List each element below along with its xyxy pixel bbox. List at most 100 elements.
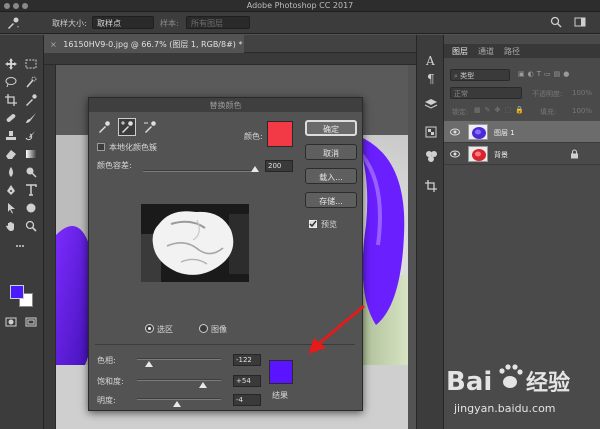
brush-tool[interactable] [23,111,39,125]
eye-icon[interactable] [450,128,460,136]
app-title: Adobe Photoshop CC 2017 [246,1,354,10]
selected-color-swatch[interactable] [267,121,293,147]
type-tool[interactable] [23,183,39,197]
color-label: 颜色: [244,132,263,141]
edit-toolbar-button[interactable] [12,239,28,253]
saturation-slider-thumb[interactable] [199,382,207,388]
add-to-sample-tool[interactable] [118,118,136,136]
fuzziness-slider-thumb[interactable] [251,166,259,172]
pen-tool[interactable] [3,183,19,197]
fuzziness-label: 颜色容差: [97,161,132,170]
opacity-value[interactable]: 100% [572,89,592,97]
opacity-label: 不透明度: [532,90,563,98]
foreground-color-swatch[interactable] [10,285,24,299]
quick-mask-button[interactable] [3,315,19,329]
eyedropper-icon[interactable] [97,120,111,134]
hue-slider-track[interactable] [137,358,221,360]
adjustments-icon[interactable] [424,125,438,139]
quick-mask-icon [5,317,17,327]
fuzziness-slider-track[interactable] [143,170,255,172]
character-panel-icon[interactable]: A [424,53,438,67]
quick-selection-tool[interactable] [23,75,39,89]
lightness-slider-track[interactable] [137,398,221,400]
preview-label: 预览 [321,220,337,229]
load-button[interactable]: 载入... [305,168,357,184]
eyedropper-icon [26,94,37,106]
sample-select[interactable]: 所有图层 [186,16,250,29]
fill-value[interactable]: 100% [572,107,592,115]
layer-filter-select[interactable]: ⌕ 类型 [450,69,510,81]
options-bar: 取样大小: 取样点 样本: 所有图层 [0,12,600,34]
lasso-icon [5,77,17,88]
path-selection-tool[interactable] [3,201,19,215]
layer-filter-label: 类型 [460,72,475,80]
result-color-swatch[interactable] [269,360,293,384]
bandage-icon [6,114,16,122]
shape-tool[interactable] [23,201,39,215]
hand-icon [6,222,14,231]
save-button[interactable]: 存储... [305,192,357,208]
sample-size-select[interactable]: 取样点 [92,16,154,29]
lock-label: 锁定: [452,108,469,116]
selection-radio[interactable] [145,324,154,333]
search-icon[interactable] [550,16,562,28]
blur-tool[interactable] [3,165,19,179]
eyedropper-tool-icon[interactable] [6,17,20,29]
layer-row-layer1[interactable]: 图层 1 [444,121,600,143]
fuzziness-input[interactable]: 200 [265,160,293,172]
dodge-tool[interactable] [23,165,39,179]
marquee-tool[interactable] [23,57,39,71]
healing-brush-tool[interactable] [3,111,19,125]
eraser-tool[interactable] [3,147,19,161]
gradient-tool[interactable] [23,147,39,161]
brush-icon [26,113,36,123]
sample-label: 样本: [160,19,179,28]
eyedropper-minus-icon[interactable] [143,120,157,134]
arrow-cursor-icon [8,203,15,214]
saturation-input[interactable]: +54 [233,375,261,387]
screen-mode-button[interactable] [23,315,39,329]
document-tab[interactable]: × 16150HV9-0.jpg @ 66.7% (图层 1, RGB/8#) … [44,35,244,53]
hue-slider-thumb[interactable] [145,361,153,367]
cancel-button[interactable]: 取消 [305,144,357,160]
zoom-icon [25,220,37,232]
marquee-icon [25,59,37,69]
lasso-tool[interactable] [3,75,19,89]
title-bar: Adobe Photoshop CC 2017 [0,0,600,12]
image-radio[interactable] [199,324,208,333]
tab-channels[interactable]: 通道 [478,46,494,57]
saturation-slider-track[interactable] [137,379,221,381]
clone-stamp-tool[interactable] [3,129,19,143]
svg-text:A: A [425,54,435,67]
document-close-button[interactable]: × [50,40,57,49]
preview-checkbox[interactable] [309,220,317,228]
paw-icon [499,364,523,388]
filter-icons[interactable]: ▣◐T▭▤● [518,70,572,78]
history-brush-tool[interactable] [23,129,39,143]
workspace-icon[interactable] [574,16,586,28]
crop-panel-icon[interactable] [424,179,438,193]
lock-icons[interactable]: ▦✎✥⬚🔒 [474,106,528,114]
layers-stack-icon[interactable] [424,97,438,111]
eyedropper-tool[interactable] [23,93,39,107]
ok-button[interactable]: 确定 [305,120,357,136]
lightness-slider-thumb[interactable] [173,401,181,407]
tab-paths[interactable]: 路径 [504,46,520,57]
zoom-tool[interactable] [23,219,39,233]
eye-icon[interactable] [450,150,460,158]
lightness-input[interactable]: -4 [233,394,261,406]
localized-clusters-checkbox[interactable] [97,143,105,151]
hand-tool[interactable] [3,219,19,233]
layer-row-background[interactable]: 背景 [444,143,600,165]
move-tool[interactable] [3,57,19,71]
annotation-arrow [308,304,365,354]
layer-thumbnail [468,146,488,162]
blend-mode-select[interactable]: 正常 [450,87,522,99]
paragraph-panel-icon[interactable]: ¶ [424,71,438,85]
hue-input[interactable]: -122 [233,354,261,366]
tab-layers[interactable]: 图层 [452,46,468,57]
crop-tool[interactable] [3,93,19,107]
swatches-icon[interactable] [424,149,438,163]
watermark-url: jingyan.baidu.com [453,402,556,415]
quick-selection-icon [26,76,37,88]
